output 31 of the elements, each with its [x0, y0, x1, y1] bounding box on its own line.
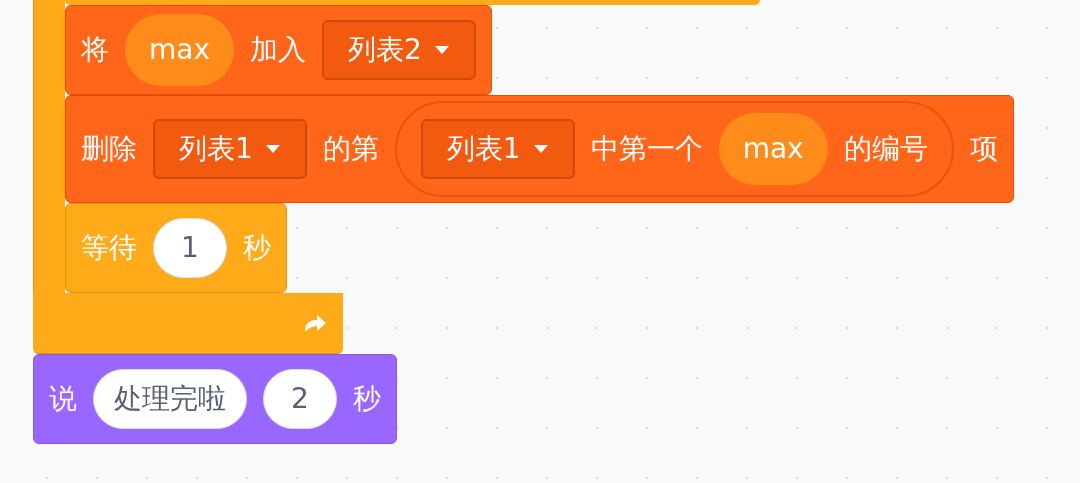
block-label: 加入	[250, 32, 306, 68]
caret-icon	[264, 144, 281, 154]
loop-bottom-arm[interactable]	[33, 293, 343, 354]
caret-icon	[433, 45, 450, 55]
block-label: 的编号	[843, 131, 928, 167]
variable-reporter[interactable]: max	[718, 113, 828, 185]
block-label: 说	[49, 381, 77, 417]
block-label: 项	[969, 131, 998, 167]
reporter-block[interactable]: 列表1 中第一个 max 的编号	[394, 101, 954, 197]
code-block[interactable]: 删除 列表1 的第 列表1 中第一个 max 的编号 项	[65, 95, 1014, 203]
number-input[interactable]: 2	[263, 369, 337, 429]
code-block[interactable]: 将 max 加入 列表2	[65, 5, 492, 95]
block-label: 中第一个	[590, 131, 703, 167]
loop-arm[interactable]	[33, 0, 65, 293]
caret-icon	[532, 144, 549, 154]
block-label: 的第	[322, 131, 379, 167]
code-block[interactable]: 等待 1 秒	[65, 203, 287, 293]
loop-arrow-icon	[302, 312, 328, 334]
list-dropdown[interactable]: 列表1	[153, 119, 307, 179]
block-label: 删除	[81, 131, 137, 167]
list-dropdown[interactable]: 列表2	[322, 20, 476, 80]
block-label: 秒	[353, 381, 381, 417]
list-dropdown[interactable]: 列表1	[420, 119, 575, 179]
variable-reporter[interactable]: max	[125, 14, 234, 86]
number-input[interactable]: 1	[153, 218, 227, 278]
block-label: 将	[81, 32, 109, 68]
block-label: 等待	[81, 230, 137, 266]
block-label: 秒	[243, 230, 271, 266]
block-edge[interactable]	[65, 0, 760, 5]
text-input[interactable]: 处理完啦	[93, 369, 247, 429]
code-block[interactable]: 说 处理完啦 2 秒	[33, 354, 397, 444]
